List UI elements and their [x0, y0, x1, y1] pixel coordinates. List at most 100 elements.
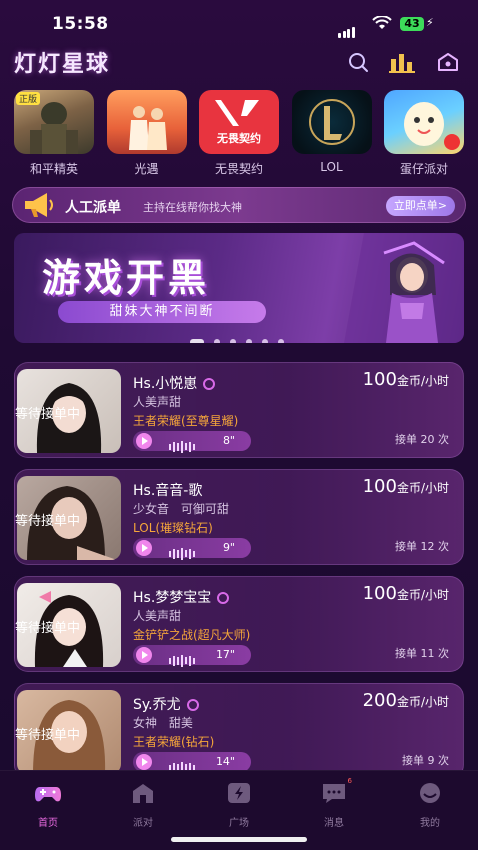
order-count: 接单 12 次	[395, 540, 449, 553]
carousel-dot[interactable]	[262, 339, 268, 343]
price: 100金币/小时	[363, 369, 449, 390]
room-icon[interactable]	[436, 50, 460, 74]
game-thumb-eggy-party	[384, 90, 464, 154]
status-time: 15:58	[52, 14, 109, 34]
carousel-dot[interactable]	[246, 339, 252, 343]
female-icon	[217, 592, 230, 604]
game-category-list: 正版 和平精英 光遇 无畏契约 无畏契约 LOL 蛋仔派对	[14, 90, 464, 180]
price-value: 200	[362, 690, 397, 711]
game-name: 光遇	[134, 162, 159, 176]
status-bar: 15:58 43 ⚡	[0, 0, 478, 44]
player-name: Hs.音音-歌	[133, 480, 202, 500]
player-name-text: Hs.梦梦宝宝	[133, 590, 212, 606]
game-name: 蛋仔派对	[399, 162, 448, 176]
player-name: Sy.乔尤	[133, 694, 199, 714]
profile-icon	[420, 783, 440, 803]
female-icon	[186, 699, 199, 711]
banner-tagline: 甜妹大神不间断	[58, 301, 266, 323]
valorant-logo-text: 无畏契约	[217, 132, 261, 145]
manual-dispatch-bar[interactable]: 人工派单 主持在线帮你找大神 立即点单>	[12, 187, 466, 223]
price-unit: 金币/小时	[396, 481, 449, 495]
game-item-eggy-party[interactable]: 蛋仔派对	[384, 90, 464, 180]
game-name: LOL	[320, 160, 343, 174]
battery-icon: 43	[400, 17, 424, 31]
home-indicator	[171, 837, 307, 842]
eggy-icon	[404, 102, 460, 150]
player-name: Hs.小悦崽	[133, 373, 216, 393]
promo-banner[interactable]: 游戏开黑 甜妹大神不间断	[14, 233, 464, 343]
house-icon	[133, 784, 153, 803]
tab-profile[interactable]: 我的	[400, 781, 460, 829]
player-name-text: Hs.小悦崽	[133, 376, 198, 392]
game-thumb-sky	[106, 90, 187, 154]
game-item-valorant[interactable]: 无畏契约 无畏契约	[199, 90, 279, 180]
price-value: 100	[362, 476, 397, 497]
game-item-sky[interactable]: 光遇	[106, 90, 187, 180]
tab-label: 广场	[229, 818, 249, 829]
player-name: Hs.梦梦宝宝	[133, 587, 230, 607]
tab-label: 我的	[420, 818, 440, 829]
order-now-button[interactable]: 立即点单>	[385, 196, 455, 216]
tab-party[interactable]: 派对	[113, 781, 173, 829]
player-card[interactable]: Hs.音音-歌 少女音 可御可甜 LOL(璀璨钻石) 9" 100金币/小时 等…	[14, 469, 464, 565]
banner-headline: 游戏开黑	[42, 256, 211, 300]
carousel-dot[interactable]	[190, 339, 204, 343]
signal-icon	[338, 19, 356, 38]
game-name: 无畏契约	[214, 162, 263, 176]
order-status: 等待接单中	[15, 407, 81, 422]
charging-icon: ⚡	[426, 16, 434, 29]
price-unit: 金币/小时	[396, 695, 449, 709]
game-item-lol[interactable]: LOL	[291, 90, 372, 180]
order-count: 接单 11 次	[395, 647, 449, 660]
tab-label: 派对	[133, 818, 153, 829]
dispatch-subtitle: 主持在线帮你找大神	[143, 201, 242, 214]
wifi-icon	[372, 16, 392, 29]
ranking-icon[interactable]	[388, 50, 416, 74]
tab-square[interactable]: 广场	[209, 781, 269, 829]
player-name-text: Hs.音音-歌	[133, 483, 203, 499]
chat-icon	[323, 784, 345, 803]
player-card[interactable]: Hs.梦梦宝宝 人美声甜 金铲铲之战(超凡大师) 17" 100金币/小时 等待…	[14, 576, 464, 672]
price-unit: 金币/小时	[396, 374, 449, 388]
carousel-dot[interactable]	[278, 339, 284, 343]
order-status: 等待接单中	[15, 514, 81, 529]
search-icon[interactable]	[346, 50, 370, 74]
order-status: 等待接单中	[15, 621, 81, 636]
megaphone-icon	[25, 193, 53, 217]
tab-label: 消息	[324, 818, 344, 829]
tab-home[interactable]: 首页	[18, 781, 78, 829]
price: 100金币/小时	[363, 583, 449, 604]
price: 200金币/小时	[363, 690, 449, 711]
tab-messages[interactable]: 6 消息	[304, 777, 364, 829]
price: 100金币/小时	[363, 476, 449, 497]
order-status: 等待接单中	[15, 728, 81, 743]
banner-character-illustration	[344, 233, 464, 343]
game-thumb-lol	[291, 90, 372, 154]
price-value: 100	[362, 369, 397, 390]
player-card[interactable]: Sy.乔尤 女神 甜美 王者荣耀(钻石) 14" 200金币/小时 等待接单中 …	[14, 683, 464, 779]
game-name: 和平精英	[29, 162, 78, 176]
tab-label: 首页	[38, 818, 58, 829]
order-count: 接单 20 次	[395, 433, 449, 446]
carousel-dot[interactable]	[214, 339, 220, 343]
player-list: Hs.小悦崽 人美声甜 王者荣耀(至尊星耀) 8" 100金币/小时 等待接单中…	[14, 362, 464, 790]
app-header: 灯灯星球	[0, 44, 478, 78]
official-badge: 正版	[16, 92, 41, 105]
lol-logo-icon	[308, 99, 355, 145]
game-thumb-valorant: 无畏契约	[199, 90, 279, 154]
dispatch-title: 人工派单	[65, 200, 121, 216]
game-thumb-peace-elite: 正版	[14, 90, 94, 154]
game-item-peace-elite[interactable]: 正版 和平精英	[14, 90, 94, 180]
bolt-icon	[228, 783, 250, 803]
player-card[interactable]: Hs.小悦崽 人美声甜 王者荣耀(至尊星耀) 8" 100金币/小时 等待接单中…	[14, 362, 464, 458]
price-unit: 金币/小时	[396, 588, 449, 602]
unread-badge: 6	[347, 777, 352, 785]
bottom-tab-bar: 首页 派对 广场 6 消息 我的	[0, 770, 478, 850]
app-title: 灯灯星球	[14, 52, 111, 77]
female-icon	[203, 378, 216, 390]
sky-children-icon	[128, 106, 167, 150]
price-value: 100	[362, 583, 397, 604]
carousel-dot[interactable]	[230, 339, 236, 343]
carousel-indicator[interactable]	[190, 330, 294, 343]
order-count: 接单 9 次	[402, 754, 449, 767]
